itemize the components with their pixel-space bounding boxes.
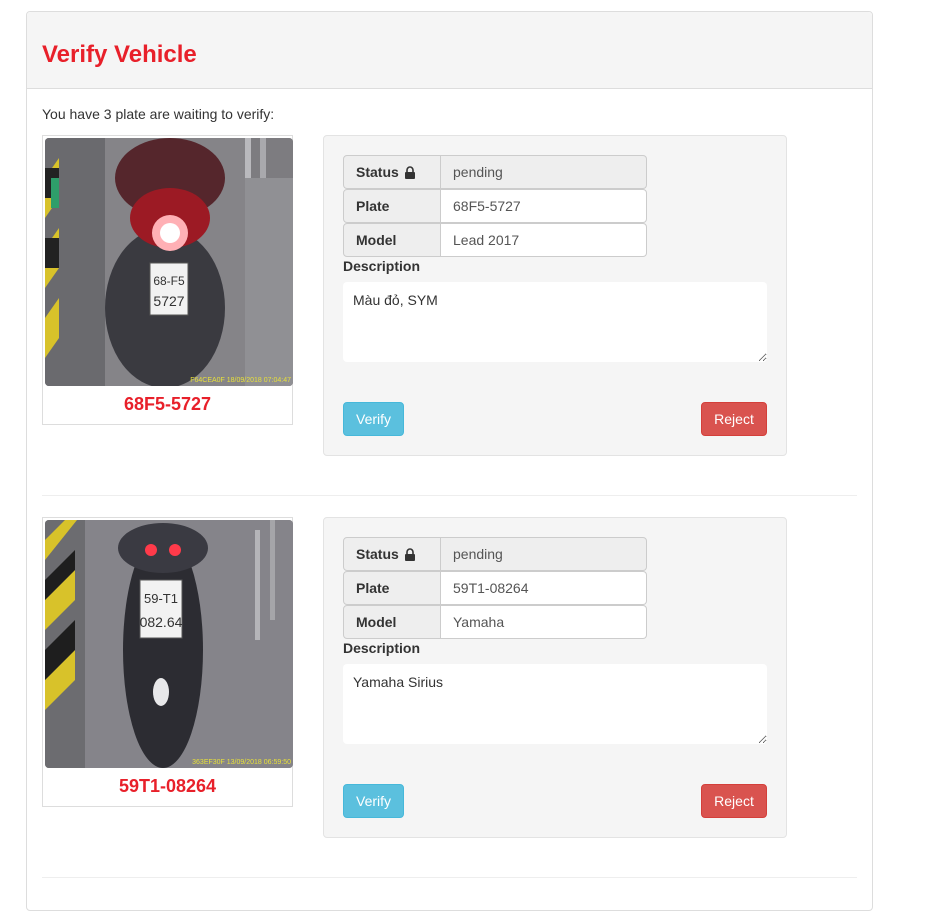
panel-heading: Verify Vehicle [27, 12, 872, 89]
model-field: Model [343, 223, 647, 257]
plate-input[interactable] [441, 571, 647, 605]
vehicle-thumbnail: 68-F5 5727 F64CEA0F 18/09/2018 07:04:47 … [42, 135, 293, 425]
photo-plate-line: 082.64 [140, 614, 183, 630]
verify-button[interactable]: Verify [343, 402, 404, 436]
status-field: Status [343, 155, 647, 189]
status-label: Status [343, 155, 441, 189]
status-field: Status [343, 537, 647, 571]
plate-field: Plate [343, 189, 647, 223]
model-label: Model [343, 605, 441, 639]
page-title: Verify Vehicle [42, 41, 197, 68]
photo-plate-line: 5727 [153, 293, 184, 309]
description-label: Description [343, 640, 421, 656]
reject-button[interactable]: Reject [701, 784, 767, 818]
plate-input[interactable] [441, 189, 647, 223]
model-input[interactable] [441, 605, 647, 639]
verify-vehicle-panel: Verify Vehicle You have 3 plate are wait… [26, 11, 873, 911]
vehicle-entry: 59-T1 082.64 363EF30F 13/09/2018 06:59:5… [42, 517, 857, 857]
photo-timestamp: 363EF30F 13/09/2018 06:59:50 [192, 759, 291, 766]
description-textarea[interactable]: Yamaha Sirius [343, 664, 767, 744]
photo-plate-line: 59-T1 [144, 591, 178, 606]
status-input [441, 155, 647, 189]
plate-caption: 59T1-08264 [118, 776, 217, 796]
description-label: Description [343, 258, 421, 274]
status-label: Status [343, 537, 441, 571]
photo-timestamp: F64CEA0F 18/09/2018 07:04:47 [190, 377, 291, 384]
plate-field: Plate [343, 571, 647, 605]
model-field: Model [343, 605, 647, 639]
reject-button[interactable]: Reject [701, 402, 767, 436]
pending-count-text: You have 3 plate are waiting to verify: [42, 106, 275, 122]
lock-icon [404, 165, 415, 179]
plate-label: Plate [343, 189, 441, 223]
entry-divider [42, 877, 857, 878]
entry-divider [42, 495, 857, 496]
vehicle-photo: 68-F5 5727 F64CEA0F 18/09/2018 07:04:47 [45, 138, 293, 386]
vehicle-entry: 68-F5 5727 F64CEA0F 18/09/2018 07:04:47 … [42, 135, 857, 475]
plate-label: Plate [343, 571, 441, 605]
model-input[interactable] [441, 223, 647, 257]
model-label: Model [343, 223, 441, 257]
verify-button[interactable]: Verify [343, 784, 404, 818]
lock-icon [404, 547, 415, 561]
description-textarea[interactable]: Màu đỏ, SYM [343, 282, 767, 362]
vehicle-form: Status Plate Model Description Màu đỏ, S… [323, 135, 787, 456]
vehicle-thumbnail: 59-T1 082.64 363EF30F 13/09/2018 06:59:5… [42, 517, 293, 807]
vehicle-photo: 59-T1 082.64 363EF30F 13/09/2018 06:59:5… [45, 520, 293, 768]
photo-plate-line: 68-F5 [153, 274, 185, 288]
vehicle-form: Status Plate Model Description Yamaha Si… [323, 517, 787, 838]
status-input [441, 537, 647, 571]
plate-caption: 68F5-5727 [123, 394, 212, 414]
